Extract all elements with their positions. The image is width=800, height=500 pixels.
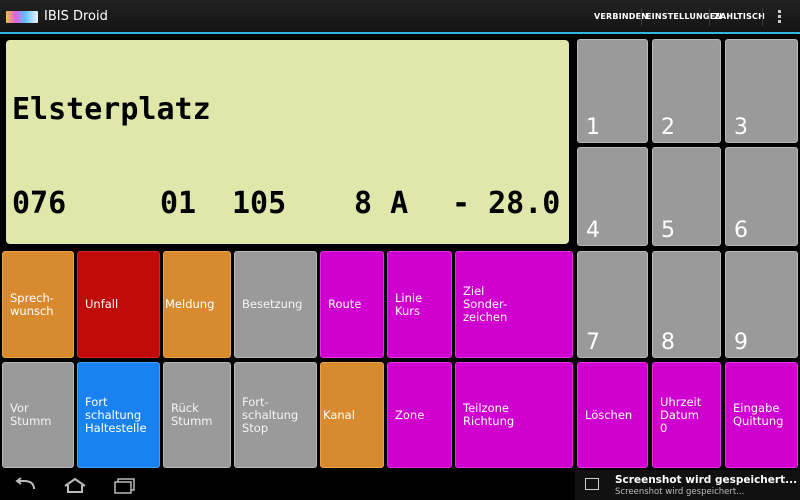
fortschaltung-stop-button[interactable]: Fort- schaltung Stop [234, 362, 317, 468]
key-label: Ziel Sonder- zeichen [463, 284, 508, 324]
key-label: Eingabe Quittung [733, 401, 784, 428]
key-label: Besetzung [242, 297, 303, 311]
numpad-key-label: 5 [661, 218, 675, 243]
notification-title: Screenshot wird gespeichert... [615, 474, 798, 486]
numpad-key-7[interactable]: 7 [577, 251, 648, 358]
counter-button[interactable]: ZAHLTISCH [714, 12, 765, 21]
app-icon [6, 11, 38, 23]
linie-kurs-button[interactable]: Linie Kurs [387, 251, 452, 358]
divider [641, 8, 642, 26]
key-label: Löschen [585, 407, 633, 422]
numpad-key-label: 7 [586, 330, 600, 355]
numpad-key-1[interactable]: 1 [577, 39, 648, 143]
sprechwunsch-button[interactable]: Sprech- wunsch [2, 251, 74, 358]
ziel-button[interactable]: Ziel Sonder- zeichen [455, 251, 573, 358]
eingabe-quittung-button[interactable]: Eingabe Quittung [725, 362, 798, 468]
numpad-key-2[interactable]: 2 [652, 39, 721, 143]
key-label: Route [328, 297, 362, 311]
display-field-2: 01 [160, 186, 197, 221]
key-label: Unfall [85, 297, 119, 311]
numpad-key-label: 2 [661, 115, 675, 140]
route-button[interactable]: Route [320, 251, 384, 358]
divider [709, 8, 710, 26]
display-field-5: - 28.0 [452, 186, 561, 221]
unfall-button[interactable]: Unfall [77, 251, 160, 358]
kanal-button[interactable]: Kanal [320, 362, 384, 468]
settings-button[interactable]: EINSTELLUNGEN [646, 12, 722, 21]
key-label: Kanal [323, 407, 355, 422]
key-label: Meldung [165, 297, 215, 311]
numpad-key-8[interactable]: 8 [652, 251, 721, 358]
image-icon [585, 478, 599, 490]
numpad-key-4[interactable]: 4 [577, 147, 648, 246]
overflow-menu-icon[interactable] [778, 10, 781, 24]
divider [762, 8, 763, 26]
loeschen-button[interactable]: Löschen [577, 362, 648, 468]
numpad-key-label: 6 [734, 218, 748, 243]
recents-icon[interactable] [112, 476, 138, 494]
numpad-key-label: 4 [586, 218, 600, 243]
numpad-key-5[interactable]: 5 [652, 147, 721, 246]
vor-stumm-button[interactable]: Vor Stumm [2, 362, 74, 468]
numpad-key-9[interactable]: 9 [725, 251, 798, 358]
besetzung-button[interactable]: Besetzung [234, 251, 317, 358]
key-label: Linie Kurs [395, 290, 423, 318]
numpad-key-label: 8 [661, 330, 675, 355]
display-field-3: 105 [232, 186, 287, 221]
meldung-button[interactable]: Meldung [163, 251, 231, 358]
teilzone-richtung-button[interactable]: Teilzone Richtung [455, 362, 573, 468]
key-label: Teilzone Richtung [463, 401, 515, 428]
screenshot-notification[interactable]: Screenshot wird gespeichert... Screensho… [575, 470, 800, 500]
notification-subtitle: Screenshot wird gespeichert... [615, 487, 745, 497]
key-label: Fort- schaltung Stop [242, 394, 299, 435]
key-label: Rück Stumm [171, 401, 213, 428]
display-field-1: 076 [12, 186, 67, 221]
zone-button[interactable]: Zone [387, 362, 452, 468]
numpad-key-label: 1 [586, 115, 600, 140]
display-field-4: 8 A [354, 186, 409, 221]
back-icon[interactable] [12, 476, 40, 494]
numpad-key-3[interactable]: 3 [725, 39, 798, 143]
home-icon[interactable] [62, 476, 88, 494]
numpad-key-label: 9 [734, 330, 748, 355]
stop-name: Elsterplatz [12, 92, 211, 127]
numpad-key-label: 3 [734, 115, 748, 140]
lcd-display: Elsterplatz 076 01 105 8 A - 28.0 [6, 40, 569, 244]
rueck-stumm-button[interactable]: Rück Stumm [163, 362, 231, 468]
action-bar: IBIS Droid VERBINDEN EINSTELLUNGEN ZAHLT… [0, 0, 800, 34]
key-label: Uhrzeit Datum 0 [660, 394, 702, 435]
key-label: Zone [395, 407, 425, 422]
app-title: IBIS Droid [44, 9, 108, 24]
key-label: Vor Stumm [10, 401, 52, 428]
uhrzeit-datum-button[interactable]: Uhrzeit Datum 0 [652, 362, 721, 468]
fortschaltung-haltestelle-button[interactable]: Fort schaltung Haltestelle [77, 362, 160, 468]
key-label: Sprech- wunsch [10, 290, 54, 318]
numpad-key-6[interactable]: 6 [725, 147, 798, 246]
key-label: Fort schaltung Haltestelle [85, 394, 147, 435]
